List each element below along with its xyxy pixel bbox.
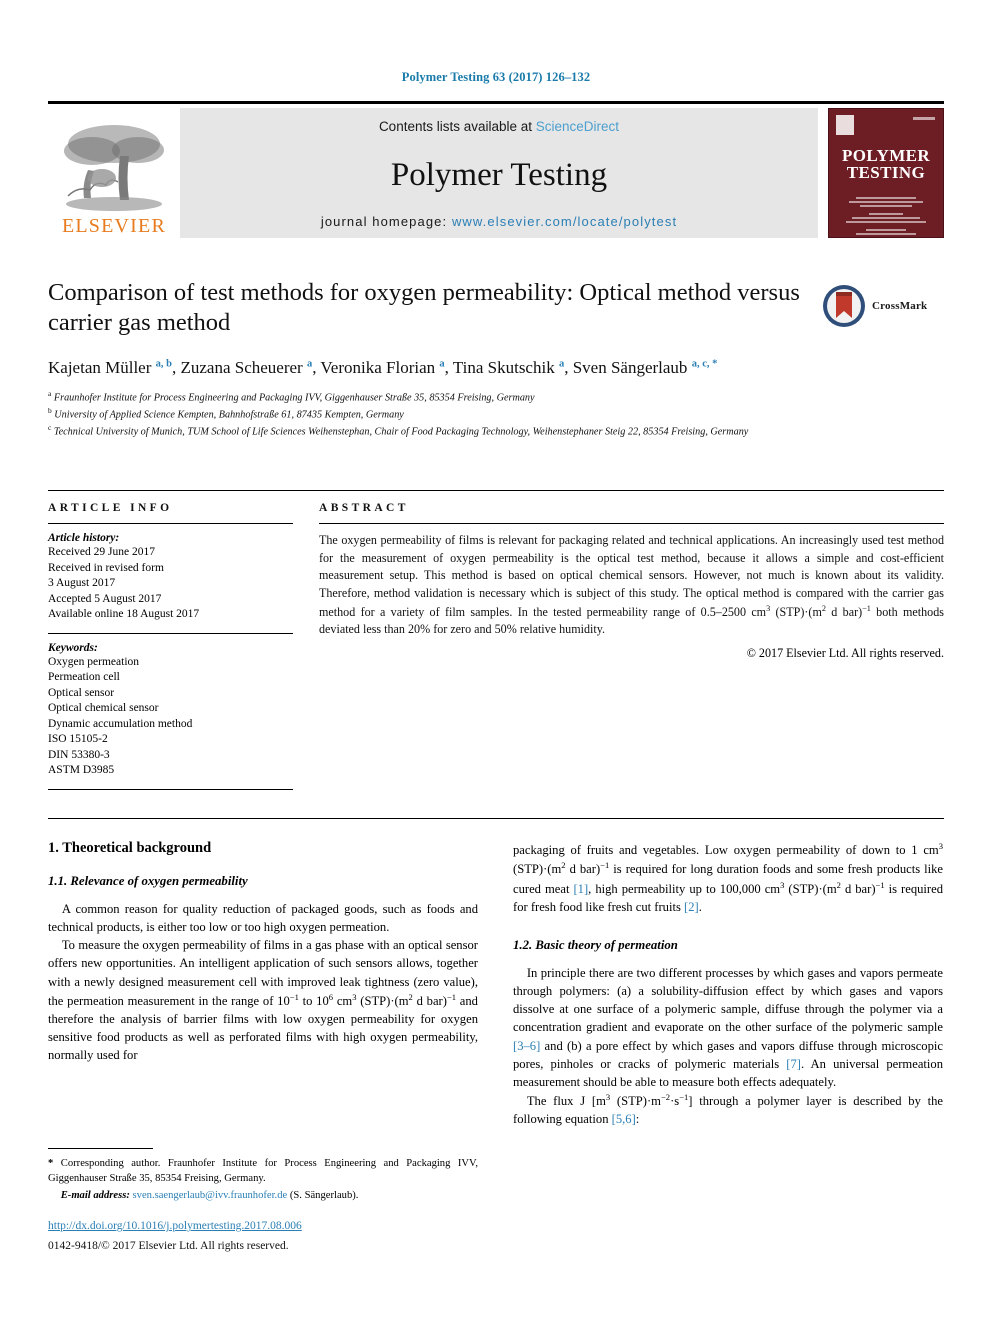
abstract-rule [319,523,944,524]
article-info-rule [48,523,293,524]
journal-homepage-link[interactable]: www.elsevier.com/locate/polytest [452,214,677,229]
article-info-column: ARTICLE INFO Article history: Received 2… [48,502,293,798]
cover-title-line2: TESTING [846,163,926,183]
subsection-1-2-heading: 1.2. Basic theory of permeation [513,938,678,953]
paragraph: To measure the oxygen permeability of fi… [48,938,478,1063]
masthead-top-rule [48,101,944,104]
affiliation-b: b University of Applied Science Kempten,… [48,406,944,423]
history-item: 3 August 2017 [48,577,116,590]
keywords-label: Keywords: [48,641,98,654]
cover-elsevier-mark [836,115,854,135]
abstract-text: The oxygen permeability of films is rele… [319,533,944,637]
crossmark-badge[interactable]: CrossMark [822,282,940,330]
cover-text-lines [843,195,929,237]
keywords-top-rule [48,632,293,634]
title-area: CrossMark Comparison of test methods for… [48,278,944,440]
elsevier-logo: ELSEVIER [48,108,180,238]
contents-prefix: Contents lists available at [378,119,536,134]
email-link[interactable]: sven.saengerlaub@ivv.fraunhofer.de [133,1190,288,1201]
keyword-item: ISO 15105-2 [48,733,108,746]
main-body: 1. Theoretical background 1.1. Relevance… [48,840,944,1128]
affiliation-mark-b: b [48,406,52,416]
paragraph: In principle there are two different pro… [513,966,943,1089]
keywords-bottom-rule [48,788,293,790]
footnote-block: * Corresponding author. Fraunhofer Insti… [48,1148,478,1203]
history-item: Received in revised form [48,561,164,574]
elsevier-tree-icon [64,125,164,211]
journal-cover-thumbnail: POLYMER TESTING [828,108,944,238]
affiliation-text-a: Fraunhofer Institute for Process Enginee… [53,392,535,404]
body-top-rule [48,818,944,819]
history-item: Accepted 5 August 2017 [48,592,162,605]
affiliation-text-b: University of Applied Science Kempten, B… [54,409,404,421]
history-item: Received 29 June 2017 [48,546,155,558]
sciencedirect-link[interactable]: ScienceDirect [536,119,619,134]
affiliation-text-c: Technical University of Munich, TUM Scho… [53,426,749,438]
cover-title: POLYMER TESTING [829,147,943,182]
history-item: Available online 18 August 2017 [48,608,200,621]
abstract-column: ABSTRACT The oxygen permeability of film… [319,502,944,798]
article-history-label: Article history: [48,532,120,544]
contents-available-line: Contents lists available at ScienceDirec… [379,119,619,134]
article-info-heading: ARTICLE INFO [48,502,173,514]
paragraph: The flux J [m3 (STP)·m−2·s−1] through a … [513,1091,944,1127]
affiliation-c: c Technical University of Munich, TUM Sc… [48,423,944,440]
keyword-item: ASTM D3985 [48,764,115,777]
body-right-column: packaging of fruits and vegetables. Low … [513,840,943,1128]
affiliation-mark-c: c [48,423,52,432]
doi-link[interactable]: http://dx.doi.org/10.1016/j.polymertesti… [48,1220,478,1232]
corresponding-author-note: * Corresponding author. Fraunhofer Insti… [48,1158,478,1185]
subsection-1-1-heading: 1.1. Relevance of oxygen permeability [48,874,248,888]
affiliation-mark-a: a [48,389,52,399]
keyword-item: Dynamic accumulation method [48,717,193,730]
running-head: Polymer Testing 63 (2017) 126–132 [401,70,591,84]
page-title: Comparison of test methods for oxygen pe… [48,279,800,337]
band-top-rule [48,490,944,491]
keyword-item: Oxygen permeation [48,655,140,668]
section-1-heading: 1. Theoretical background [48,840,212,856]
keyword-item: Permeation cell [48,671,120,684]
journal-title: Polymer Testing [390,156,608,193]
author-list: Kajetan Müller a, b, Zuzana Scheuerer a,… [48,357,718,377]
abstract-heading: ABSTRACT [319,502,409,514]
affiliation-a: a Fraunhofer Institute for Process Engin… [48,389,944,406]
footnote-rule [48,1148,153,1149]
article-page: Polymer Testing 63 (2017) 126–132 ELSEVI… [0,0,992,1323]
elsevier-wordmark: ELSEVIER [61,215,167,237]
keyword-item: DIN 53380-3 [48,748,110,761]
issn-copyright-line: 0142-9418/© 2017 Elsevier Ltd. All right… [48,1240,289,1252]
journal-homepage-line: journal homepage: www.elsevier.com/locat… [321,214,677,229]
email-note: E-mail address: sven.saengerlaub@ivv.fra… [48,1188,478,1203]
cover-top-rule [913,117,935,120]
email-suffix: (S. Sängerlaub). [289,1190,359,1202]
masthead-center: Contents lists available at ScienceDirec… [180,108,818,238]
crossmark-label: CrossMark [872,300,928,312]
info-abstract-band: ARTICLE INFO Article history: Received 2… [48,502,944,798]
abstract-copyright: © 2017 Elsevier Ltd. All rights reserved… [746,645,944,660]
homepage-prefix: journal homepage: [320,214,452,229]
body-left-column: 1. Theoretical background 1.1. Relevance… [48,840,478,1128]
keyword-item: Optical sensor [48,686,115,699]
paragraph: A common reason for quality reduction of… [48,902,478,935]
affiliation-list: a Fraunhofer Institute for Process Engin… [48,389,944,440]
paragraph: packaging of fruits and vegetables. Low … [513,841,944,914]
crossmark-icon [823,285,865,327]
journal-masthead: ELSEVIER Contents lists available at Sci… [48,108,944,238]
keyword-item: Optical chemical sensor [48,702,159,715]
cover-title-line1: POLYMER [841,146,931,165]
email-label: E-mail address: [60,1190,130,1202]
